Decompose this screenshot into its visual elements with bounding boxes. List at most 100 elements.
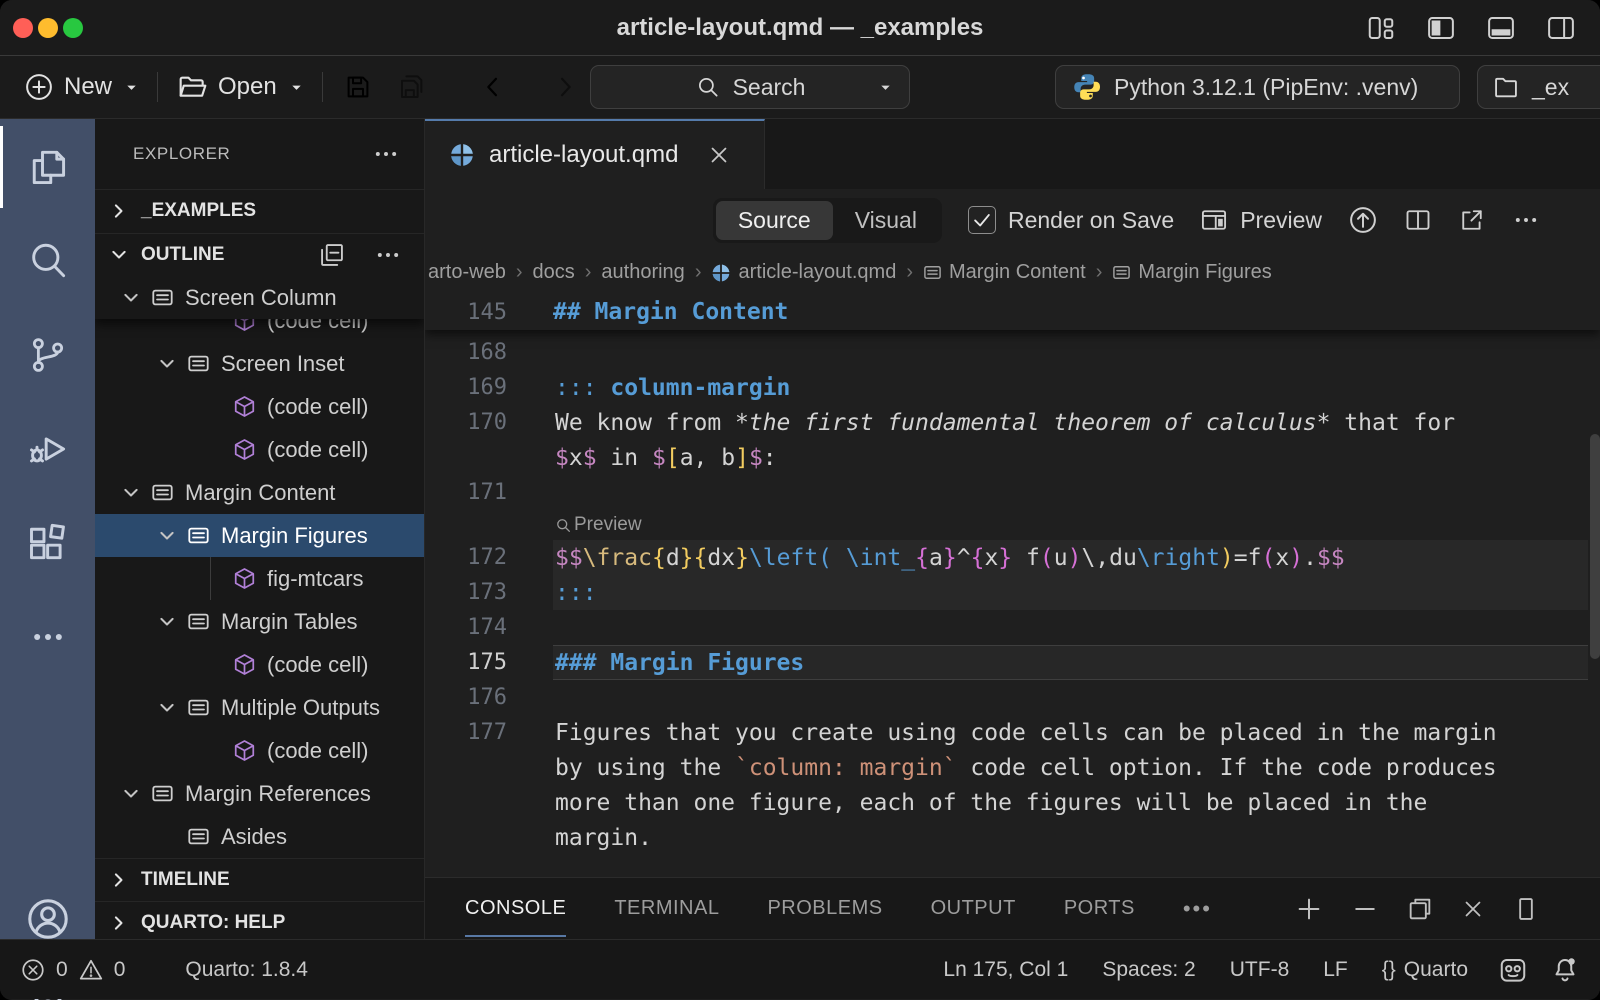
panel-tab-console[interactable]: CONSOLE (465, 878, 566, 939)
code-line[interactable]: 171 (425, 475, 1600, 510)
sidebar-section-quarto-help[interactable]: QUARTO: HELP (95, 901, 424, 939)
sidebar-section-outline[interactable]: OUTLINE (95, 233, 424, 276)
code-line[interactable]: 170We know from *the first fundamental t… (425, 405, 1600, 440)
error-count[interactable]: 0 (56, 958, 68, 982)
preview-button[interactable]: Preview (1200, 206, 1322, 234)
breadcrumb-item[interactable]: Margin Content (923, 261, 1086, 284)
sidebar-section-timeline[interactable]: TIMELINE (95, 858, 424, 901)
outline-item[interactable]: Screen Inset (95, 342, 424, 385)
sidebar-section-examples[interactable]: _EXAMPLES (95, 189, 424, 232)
code-line[interactable]: 169::: column-margin (425, 370, 1600, 405)
panel-tab-problems[interactable]: PROBLEMS (767, 878, 882, 939)
outline-item[interactable]: Asides (95, 815, 424, 858)
tab-article-layout[interactable]: article-layout.qmd (425, 119, 765, 189)
search-input[interactable]: Search (590, 65, 910, 109)
open-external-icon[interactable] (1458, 206, 1486, 234)
outline-item[interactable]: Margin Tables (95, 600, 424, 643)
breadcrumb-item[interactable]: arto-web (428, 261, 506, 284)
new-button[interactable]: New (14, 72, 149, 102)
more-tabs-icon[interactable]: ••• (1183, 896, 1212, 922)
restore-panel-icon[interactable] (1406, 895, 1434, 923)
more-actions-icon[interactable] (372, 140, 400, 168)
interpreter-selector[interactable]: Python 3.12.1 (PipEnv: .venv) (1055, 65, 1460, 109)
chevron-down-icon[interactable] (121, 483, 151, 503)
minimize-panel-icon[interactable] (1350, 894, 1380, 924)
workspace-selector[interactable]: _ex (1477, 65, 1600, 109)
outline-item[interactable]: Screen Column (95, 276, 424, 319)
breadcrumb-item[interactable]: Margin Figures (1112, 261, 1271, 284)
chevron-down-icon[interactable] (121, 784, 151, 804)
toggle-left-panel-icon[interactable] (1424, 11, 1458, 45)
feedback-smiley-icon[interactable] (1498, 955, 1528, 985)
outline-item[interactable]: fig-mtcars (95, 557, 424, 600)
close-panel-icon[interactable] (1460, 896, 1486, 922)
notifications-bell-icon[interactable] (1550, 955, 1580, 985)
code-line[interactable]: by using the `column: margin` code cell … (425, 750, 1600, 785)
code-line[interactable]: 175### Margin Figures (425, 645, 1600, 680)
encoding[interactable]: UTF-8 (1220, 958, 1300, 982)
code-line[interactable]: 172$$\frac{d}{dx}\left( \int_{a}^{x} f(u… (425, 540, 1600, 575)
preview-codelens[interactable]: Preview (425, 510, 1600, 540)
activity-files-icon[interactable] (0, 120, 95, 214)
customize-layout-icon[interactable] (1364, 11, 1398, 45)
breadcrumb-item[interactable]: authoring (601, 261, 684, 284)
code-line[interactable]: 174 (425, 610, 1600, 645)
chevron-down-icon[interactable] (157, 612, 187, 632)
render-on-save-checkbox[interactable] (968, 206, 996, 234)
panel-tab-ports[interactable]: PORTS (1064, 878, 1135, 939)
code-line[interactable]: 173::: (425, 575, 1600, 610)
panel-layout-icon[interactable] (1512, 895, 1540, 923)
more-actions-icon[interactable] (1512, 206, 1540, 234)
language-mode[interactable]: {} Quarto (1372, 958, 1478, 982)
collapse-all-icon[interactable] (318, 241, 346, 269)
open-button[interactable]: Open (166, 71, 314, 103)
warning-count[interactable]: 0 (114, 958, 126, 982)
code-line[interactable]: 176 (425, 680, 1600, 715)
source-mode-button[interactable]: Source (716, 201, 833, 240)
chevron-down-icon[interactable] (157, 698, 187, 718)
more-actions-icon[interactable] (374, 241, 402, 269)
activity-more-icon[interactable] (0, 590, 95, 684)
back-button[interactable] (467, 73, 519, 101)
toggle-bottom-panel-icon[interactable] (1484, 11, 1518, 45)
outline-item[interactable]: (code cell) (95, 385, 424, 428)
save-button[interactable] (331, 72, 385, 102)
outline-item[interactable]: (code cell) (95, 729, 424, 772)
chevron-down-icon[interactable] (121, 288, 151, 308)
chevron-down-icon[interactable] (157, 526, 187, 546)
activity-source-control-icon[interactable] (0, 308, 95, 402)
save-all-button[interactable] (385, 72, 439, 102)
code-line[interactable]: 177Figures that you create using code ce… (425, 715, 1600, 750)
activity-run-debug-icon[interactable] (0, 402, 95, 496)
panel-tab-output[interactable]: OUTPUT (931, 878, 1016, 939)
activity-extensions-icon[interactable] (0, 496, 95, 590)
code-line[interactable]: 168 (425, 335, 1600, 370)
new-console-icon[interactable] (1294, 894, 1324, 924)
code-line[interactable]: more than one figure, each of the figure… (425, 785, 1600, 820)
visual-mode-button[interactable]: Visual (833, 201, 939, 240)
indent-setting[interactable]: Spaces: 2 (1092, 958, 1205, 982)
breadcrumb-item[interactable]: article-layout.qmd (711, 261, 896, 284)
outline-item[interactable]: Margin References (95, 772, 424, 815)
toggle-right-panel-icon[interactable] (1544, 11, 1578, 45)
panel-tab-terminal[interactable]: TERMINAL (614, 878, 719, 939)
outline-item[interactable]: Margin Content (95, 471, 424, 514)
outline-item[interactable]: (code cell) (95, 643, 424, 686)
publish-icon[interactable] (1348, 205, 1378, 235)
outline-sticky-item[interactable]: Screen Column (95, 276, 424, 319)
code-line[interactable]: margin. (425, 820, 1600, 855)
breadcrumb-item[interactable]: docs (532, 261, 574, 284)
chevron-down-icon[interactable] (157, 354, 187, 374)
outline-item[interactable]: (code cell) (95, 428, 424, 471)
code-line[interactable]: $x$ in $[a, b]$: (425, 440, 1600, 475)
close-icon[interactable] (706, 142, 732, 168)
cursor-position[interactable]: Ln 175, Col 1 (933, 958, 1078, 982)
outline-item[interactable]: Margin Figures (95, 514, 424, 557)
activity-search-icon[interactable] (0, 214, 95, 308)
outline-item[interactable]: Multiple Outputs (95, 686, 424, 729)
quarto-version[interactable]: Quarto: 1.8.4 (175, 958, 318, 982)
code-editor[interactable]: 145 ## Margin Content 168169::: column-m… (425, 294, 1600, 877)
forward-button[interactable] (539, 73, 591, 101)
split-editor-icon[interactable] (1404, 206, 1432, 234)
eol-setting[interactable]: LF (1313, 958, 1358, 982)
